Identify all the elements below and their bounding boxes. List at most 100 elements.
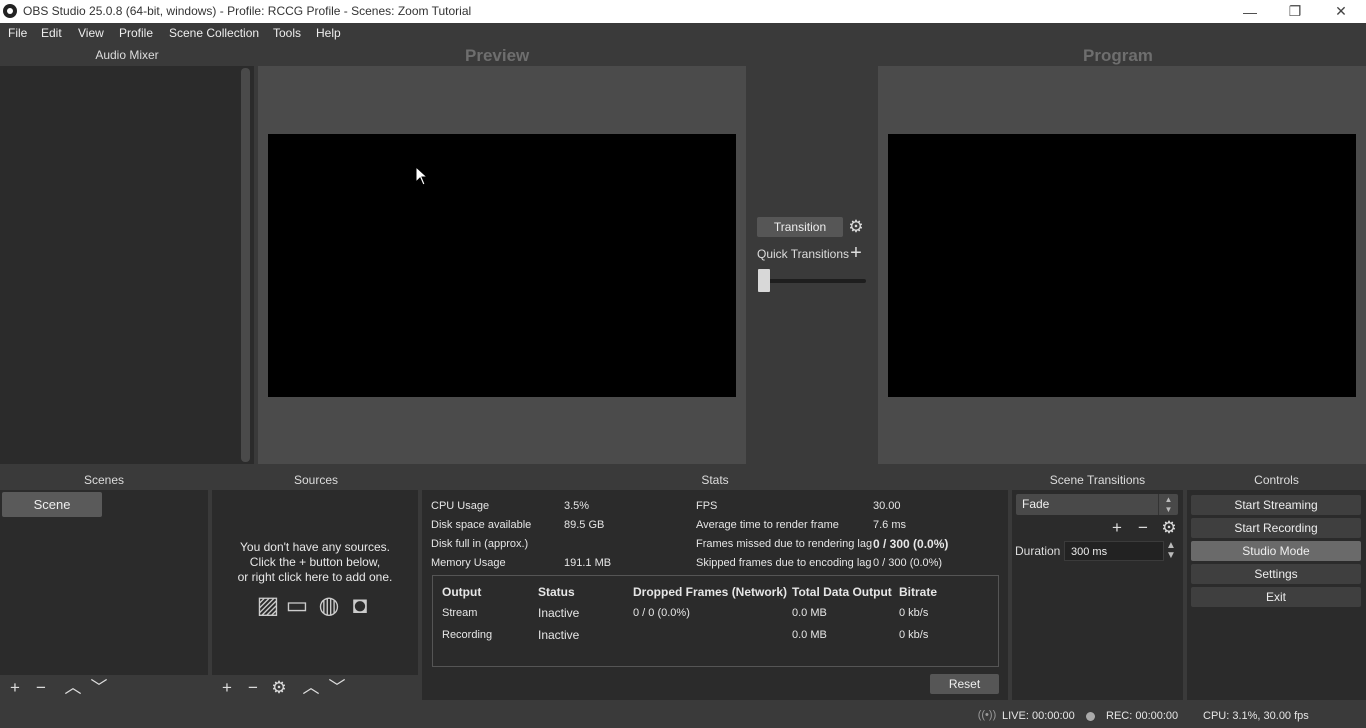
menu-scene-collection[interactable]: Scene Collection [169, 26, 259, 40]
stat-label-fps: FPS [696, 500, 718, 512]
stat-value-cpu: 3.5% [564, 500, 590, 512]
sources-header: Sources [212, 470, 420, 490]
output-row-recording-name: Recording [442, 629, 493, 641]
output-row-stream-bitrate: 0 kb/s [899, 607, 929, 619]
duration-spinner-icon[interactable]: ▲ ▼ [1164, 541, 1178, 561]
restore-button[interactable]: ❐ [1272, 0, 1318, 23]
camera-source-icon: ◘ [352, 592, 368, 619]
select-arrows-icon[interactable]: ▲ ▼ [1158, 494, 1178, 515]
studio-mode-button[interactable]: Studio Mode [1191, 541, 1361, 561]
minimize-button[interactable]: — [1227, 0, 1273, 23]
display-source-icon: ▭ [285, 592, 309, 619]
stat-value-frames-missed: 0 / 300 (0.0%) [873, 537, 949, 551]
close-button[interactable]: ✕ [1318, 0, 1364, 23]
t-bar-track[interactable] [760, 279, 866, 283]
menu-edit[interactable]: Edit [41, 26, 62, 40]
stat-label-disk: Disk space available [431, 519, 532, 531]
scenes-header: Scenes [0, 470, 208, 490]
stat-label-memory: Memory Usage [431, 557, 506, 569]
scene-list-item[interactable]: Scene [2, 492, 102, 517]
menu-bar: File Edit View Profile Scene Collection … [0, 23, 1366, 45]
quick-transitions-label: Quick Transitions [757, 247, 850, 261]
stat-value-fps: 30.00 [873, 500, 901, 512]
output-header-status: Status [538, 585, 575, 599]
no-sources-line-3: or right click here to add one. [237, 570, 393, 584]
source-move-up-icon[interactable]: ︿ [298, 675, 324, 700]
output-header-output: Output [442, 585, 482, 599]
output-header-total: Total Data Output [792, 585, 892, 599]
remove-transition-icon[interactable]: − [1130, 515, 1156, 540]
transition-properties-gear-icon[interactable]: ⚙ [1156, 515, 1182, 540]
move-up-icon[interactable]: ︿ [60, 675, 86, 700]
menu-help[interactable]: Help [316, 26, 341, 40]
add-transition-icon[interactable]: + [1104, 515, 1130, 540]
settings-button[interactable]: Settings [1191, 564, 1361, 584]
scenes-list[interactable] [0, 490, 208, 675]
scenes-toolbar: + − ︿ ﹀ [0, 675, 208, 700]
controls-header: Controls [1187, 470, 1366, 490]
audio-mixer-header: Audio Mixer [95, 48, 159, 62]
live-timer: LIVE: 00:00:00 [1002, 710, 1075, 722]
stat-value-memory: 191.1 MB [564, 557, 612, 569]
stats-header: Stats [422, 470, 1008, 490]
stat-value-frames-skipped: 0 / 300 (0.0%) [873, 557, 943, 569]
add-scene-icon[interactable]: + [2, 675, 28, 700]
menu-file[interactable]: File [8, 26, 27, 40]
plus-icon[interactable]: + [847, 243, 865, 263]
image-source-icon: ▨ [256, 592, 280, 619]
stat-label-frames-skipped: Skipped frames due to encoding lag [696, 557, 872, 569]
remove-source-icon[interactable]: − [240, 675, 266, 700]
rec-timer: REC: 00:00:00 [1106, 710, 1179, 722]
browser-source-icon: ◍ [318, 592, 340, 619]
output-row-recording-total: 0.0 MB [792, 629, 827, 641]
transition-button[interactable]: Transition [757, 217, 843, 237]
stat-label-cpu: CPU Usage [431, 500, 490, 512]
stat-label-frames-missed: Frames missed due to rendering lag [696, 538, 873, 550]
audio-mixer-panel [0, 66, 254, 464]
title-bar: OBS Studio 25.0.8 (64-bit, windows) - Pr… [0, 0, 1366, 23]
t-bar-handle[interactable] [758, 269, 770, 292]
move-down-icon[interactable]: ﹀ [86, 675, 112, 700]
no-sources-line-1: You don't have any sources. [240, 540, 390, 554]
start-streaming-button[interactable]: Start Streaming [1191, 495, 1361, 515]
stat-value-render-time: 7.6 ms [873, 519, 907, 531]
output-header-bitrate: Bitrate [899, 585, 938, 599]
preview-canvas[interactable] [268, 134, 736, 397]
stat-label-disk-full: Disk full in (approx.) [431, 538, 529, 550]
window-title: OBS Studio 25.0.8 (64-bit, windows) - Pr… [23, 4, 472, 18]
cpu-fps-status: CPU: 3.1%, 30.00 fps [1203, 710, 1309, 722]
reset-stats-button[interactable]: Reset [930, 674, 999, 694]
program-canvas [888, 134, 1356, 397]
audio-mixer-scrollbar[interactable] [241, 68, 250, 462]
output-row-recording-bitrate: 0 kb/s [899, 629, 929, 641]
preview-label: Preview [465, 46, 530, 65]
output-header-dropped: Dropped Frames (Network) [633, 585, 788, 599]
menu-view[interactable]: View [78, 26, 104, 40]
menu-tools[interactable]: Tools [273, 26, 301, 40]
menu-profile[interactable]: Profile [119, 26, 153, 40]
gear-icon[interactable]: ⚙ [847, 218, 865, 236]
remove-scene-icon[interactable]: − [28, 675, 54, 700]
mouse-cursor-icon [415, 166, 429, 186]
obs-logo-icon [3, 4, 17, 18]
stat-label-render-time: Average time to render frame [696, 519, 839, 531]
live-broadcast-icon: ((•)) [977, 709, 997, 721]
no-sources-message: You don't have any sources. Click the + … [212, 540, 418, 585]
output-row-stream-name: Stream [442, 607, 478, 619]
output-row-stream-dropped: 0 / 0 (0.0%) [633, 607, 690, 619]
no-sources-line-2: Click the + button below, [249, 555, 381, 569]
transition-select[interactable]: Fade [1016, 494, 1178, 515]
scene-transitions-header: Scene Transitions [1012, 470, 1183, 490]
sources-toolbar: + − ⚙ ︿ ﹀ [212, 675, 418, 700]
stat-value-disk: 89.5 GB [564, 519, 605, 531]
start-recording-button[interactable]: Start Recording [1191, 518, 1361, 538]
duration-input[interactable]: 300 ms [1064, 541, 1164, 561]
output-row-recording-status: Inactive [538, 628, 580, 642]
record-dot-icon [1086, 712, 1095, 721]
output-row-stream-total: 0.0 MB [792, 607, 827, 619]
source-move-down-icon[interactable]: ﹀ [324, 675, 350, 700]
exit-button[interactable]: Exit [1191, 587, 1361, 607]
output-row-stream-status: Inactive [538, 606, 580, 620]
add-source-icon[interactable]: + [214, 675, 240, 700]
source-properties-gear-icon[interactable]: ⚙ [266, 675, 292, 700]
